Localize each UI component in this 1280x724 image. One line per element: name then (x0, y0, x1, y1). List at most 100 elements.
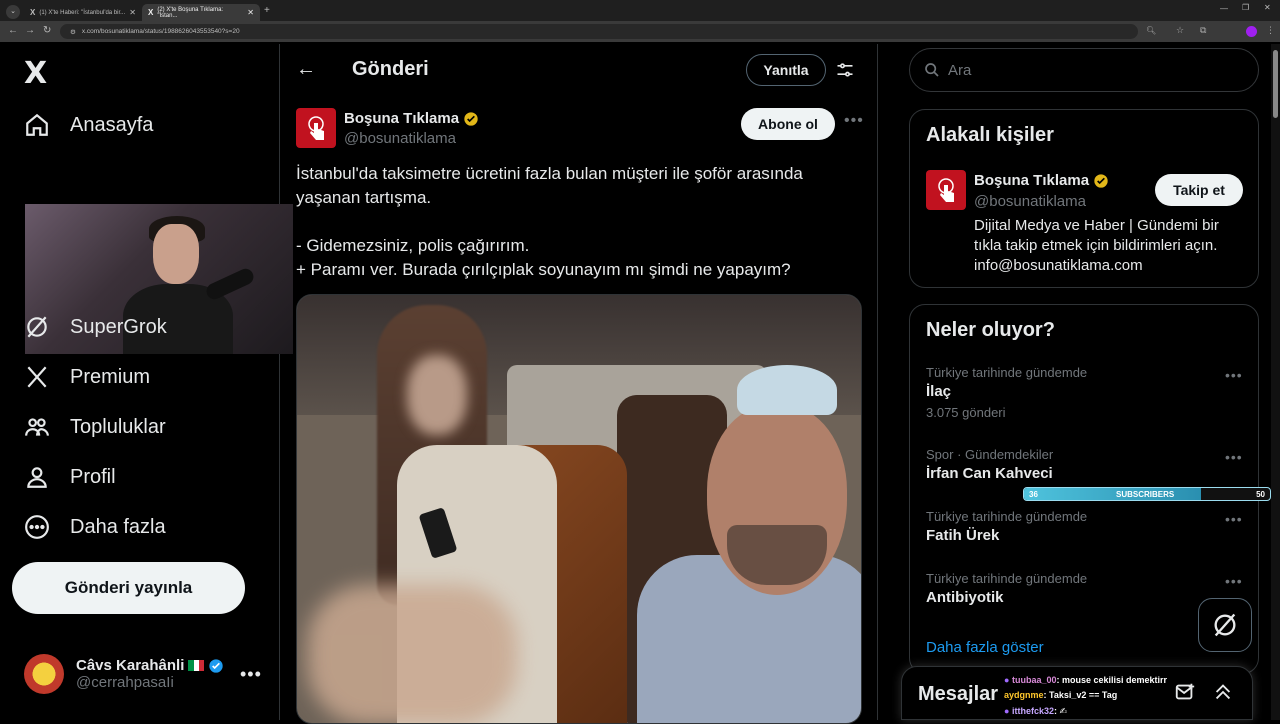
restore-icon[interactable]: ❐ (1242, 3, 1249, 12)
account-more-icon[interactable]: ••• (240, 664, 262, 685)
chat-message: aydgnme: Taksi_v2 == Tag (1004, 690, 1117, 700)
follow-button[interactable]: Takip et (1155, 174, 1243, 206)
subscriber-goal: 50 (1256, 490, 1265, 499)
close-icon[interactable]: ✕ (247, 8, 254, 17)
x-logo-icon[interactable]: X (24, 56, 47, 91)
extensions-icon[interactable]: ⧉ (1200, 25, 1206, 36)
subscriber-progress-fill (1024, 488, 1202, 500)
chat-user: itthefck32 (1011, 706, 1054, 716)
trend-more-icon[interactable]: ••• (1225, 367, 1243, 383)
back-arrow-icon[interactable]: ← (296, 58, 316, 81)
trend-more-icon[interactable]: ••• (1225, 449, 1243, 465)
cursor-hand-icon (308, 116, 324, 140)
back-icon[interactable]: ← (8, 25, 18, 36)
trend-more-icon[interactable]: ••• (1225, 511, 1243, 527)
chat-user: aydgnme (1004, 690, 1044, 700)
card-title: Neler oluyor? (926, 319, 1055, 341)
new-message-icon[interactable] (1174, 681, 1196, 703)
chat-message: ● itthefck32: ✍ (1004, 706, 1067, 717)
reload-icon[interactable]: ↻ (43, 25, 51, 36)
grok-icon (27, 316, 47, 338)
chat-badge-icon: ● (1004, 675, 1010, 685)
filter-icon[interactable] (835, 60, 855, 80)
communities-icon (25, 418, 49, 436)
address-bar: ← → ↻ ⚙ x.com/bosunatiklama/status/19886… (0, 21, 1280, 42)
author-name: Boşuna Tıklama (344, 110, 460, 127)
messages-title: Mesajlar (918, 683, 999, 705)
minimize-icon[interactable]: — (1220, 4, 1228, 13)
nav-item-profile[interactable]: Profil (24, 464, 116, 490)
x-premium-icon (27, 366, 47, 388)
trend-more-icon[interactable]: ••• (1225, 573, 1243, 589)
post-more-icon[interactable]: ••• (844, 112, 864, 130)
trend-name: Antibiyotik (926, 589, 1004, 606)
driver-cap (737, 365, 837, 415)
browser-tab[interactable]: X (1) X'te Haberi: "İstanbul'da bir... ✕ (24, 4, 142, 21)
grok-floating-button[interactable] (1198, 598, 1252, 652)
author-handle[interactable]: @bosunatiklama (344, 130, 456, 147)
zoom-icon[interactable]: 🔍︎ (1146, 26, 1156, 35)
home-icon (26, 113, 48, 136)
nav-item-home[interactable]: Anasayfa (24, 112, 153, 138)
browser-tab-active[interactable]: X (2) X'te Boşuna Tıklama: "İstan... ✕ (142, 4, 260, 21)
chevron-up-double-icon[interactable] (1212, 681, 1234, 703)
trend-item[interactable]: Spor · Gündemdekiler İrfan Can Kahveci (926, 447, 1246, 482)
post-button[interactable]: Gönderi yayınla (12, 562, 245, 614)
cursor-hand-icon (938, 178, 954, 202)
scrollbar-thumb[interactable] (1273, 50, 1278, 118)
search-input[interactable]: Ara (909, 48, 1259, 92)
subscribe-button[interactable]: Abone ol (741, 108, 835, 140)
chat-user: tuubaa_00 (1011, 675, 1057, 685)
reply-button[interactable]: Yanıtla (746, 54, 826, 86)
menu-icon[interactable]: ⋮ (1266, 25, 1275, 36)
related-handle[interactable]: @bosunatiklama (974, 193, 1086, 210)
tab-search-icon[interactable]: ⌄ (6, 5, 20, 19)
related-name-row[interactable]: Boşuna Tıklama (974, 172, 1109, 189)
close-window-icon[interactable]: ✕ (1264, 3, 1271, 12)
streamer-face (153, 224, 199, 284)
tweet-text: İstanbul'da taksimetre ücretini fazla bu… (296, 162, 856, 282)
close-icon[interactable]: ✕ (129, 8, 136, 17)
tweet-video[interactable] (296, 294, 862, 724)
related-people-card: Alakalı kişiler Boşuna Tıklama @bosunati… (909, 109, 1259, 288)
browser-tab-strip: ⌄ X (1) X'te Haberi: "İstanbul'da bir...… (0, 0, 1280, 21)
card-title: Alakalı kişiler (926, 124, 1054, 146)
nav-item-premium[interactable]: Premium (24, 364, 150, 390)
profile-avatar-icon[interactable] (1246, 26, 1257, 37)
related-avatar[interactable] (926, 170, 966, 210)
blurred-hand (307, 585, 517, 723)
avatar (24, 654, 64, 694)
nav-item-label: Profil (70, 465, 116, 488)
scrollbar[interactable] (1271, 44, 1280, 720)
main-column: ← Gönderi Yanıtla Boşuna Tıklama @bosuna… (280, 44, 878, 724)
author-name-row[interactable]: Boşuna Tıklama (344, 110, 479, 127)
account-handle: @cerrahpasaIi (76, 674, 174, 691)
url-input[interactable]: ⚙ x.com/bosunatiklama/status/19886260435… (60, 24, 1138, 39)
nav-item-label: Anasayfa (70, 113, 154, 136)
x-favicon-icon: X (30, 8, 36, 17)
related-name: Boşuna Tıklama (974, 172, 1090, 189)
microphone-icon (203, 266, 257, 302)
verified-gold-badge-icon (1094, 173, 1108, 188)
show-more-link[interactable]: Daha fazla göster (926, 639, 1044, 656)
trend-meta: Spor · Gündemdekiler (926, 447, 1054, 462)
nav-item-supergrok[interactable]: SuperGrok (24, 314, 167, 340)
trend-count: 3.075 gönderi (926, 405, 1006, 420)
account-name: Câvs Karahânli (76, 657, 185, 674)
forward-icon[interactable]: → (25, 25, 35, 36)
author-avatar[interactable] (296, 108, 336, 148)
nav-item-label: SuperGrok (70, 315, 167, 338)
trend-item[interactable]: Türkiye tarihinde gündemde İlaç 3.075 gö… (926, 365, 1246, 420)
new-tab-icon[interactable]: + (264, 5, 270, 16)
nav-item-communities[interactable]: Topluluklar (24, 414, 166, 440)
trend-item[interactable]: Türkiye tarihinde gündemde Antibiyotik (926, 571, 1246, 606)
bookmark-icon[interactable]: ☆ (1176, 25, 1184, 36)
nav-item-more[interactable]: Daha fazla (24, 514, 166, 540)
italy-flag-icon (188, 660, 205, 671)
tab-title: (2) X'te Boşuna Tıklama: "İstan... (157, 6, 224, 19)
subscriber-goal-bar: 36 SUBSCRIBERS 50 (1023, 487, 1271, 501)
site-info-icon[interactable]: ⚙ (70, 28, 76, 36)
trend-item[interactable]: Türkiye tarihinde gündemde Fatih Ürek (926, 509, 1246, 544)
account-switcher[interactable]: Câvs Karahânli @cerrahpasaIi (24, 654, 224, 694)
trend-name: İlaç (926, 383, 952, 400)
